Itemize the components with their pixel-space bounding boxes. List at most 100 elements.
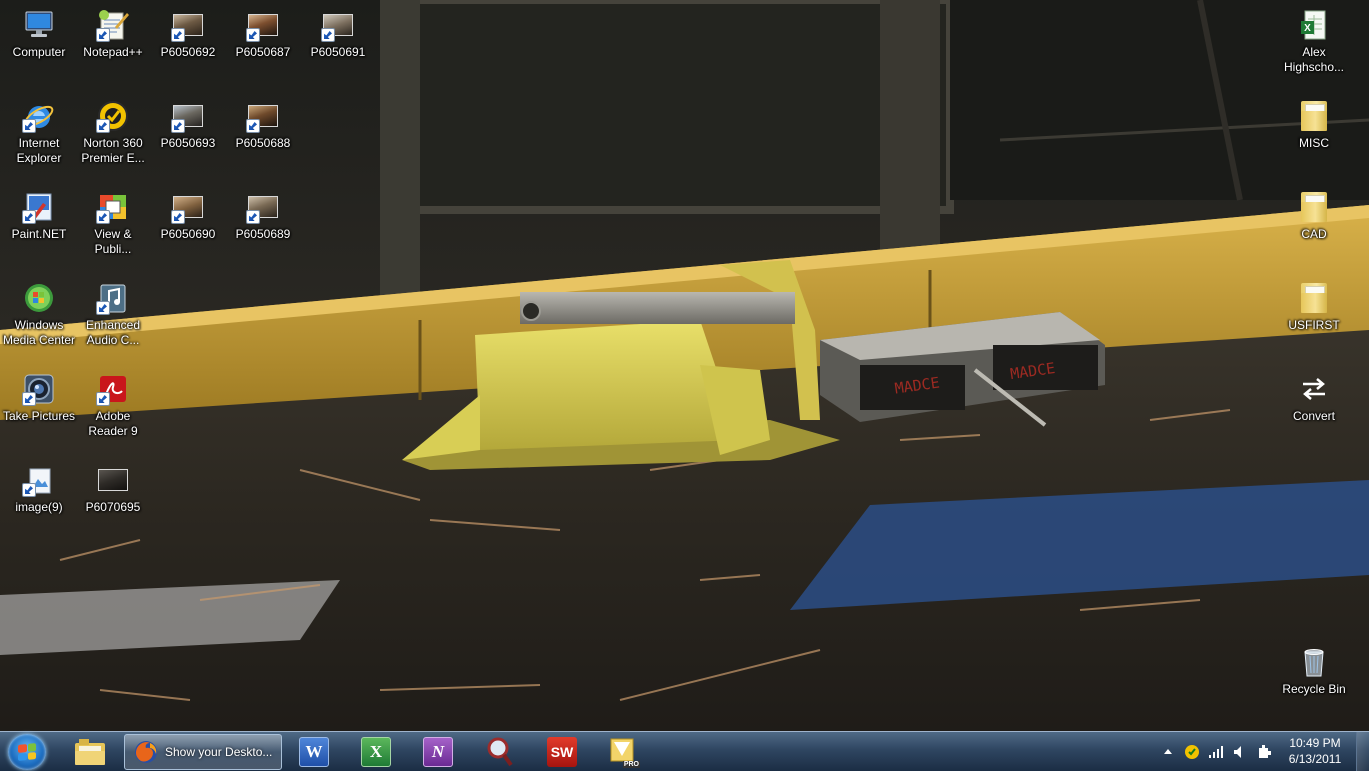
audio-control-icon — [96, 281, 130, 315]
desktop-icon-photo[interactable]: P6070695 — [75, 457, 151, 541]
computer-icon — [22, 8, 56, 42]
desktop-icon-label: Take Pictures — [2, 409, 76, 423]
desktop-icon-label: USFIRST — [1288, 318, 1340, 332]
desktop-icon-label: P6050689 — [235, 227, 291, 241]
photo-thumbnail-icon — [171, 8, 205, 42]
convert-arrows-icon — [1297, 372, 1331, 406]
desktop-icon-computer[interactable]: Computer — [1, 2, 77, 86]
desktop-icon-photo[interactable]: P6050688 — [225, 93, 301, 177]
magnifier-icon — [487, 737, 513, 767]
desktop-icon-photo[interactable]: P6050687 — [225, 2, 301, 86]
photo-thumbnail-icon — [246, 190, 280, 224]
desktop-icon-view-publish[interactable]: View & Publi... — [75, 184, 151, 268]
desktop-icon-label: CAD — [1301, 227, 1327, 241]
shortcut-arrow-icon — [96, 28, 110, 42]
desktop-icon-label: P6070695 — [85, 500, 141, 514]
shortcut-arrow-icon — [96, 119, 110, 133]
word-icon: W — [299, 737, 329, 767]
shortcut-arrow-icon — [171, 119, 185, 133]
folder-icon — [1297, 190, 1331, 224]
desktop-icon-label: P6050688 — [235, 136, 291, 150]
windows-logo-icon — [18, 743, 36, 761]
desktop-icon-label: image(9) — [15, 500, 63, 514]
taskbar-office-pro[interactable]: PRO — [596, 734, 652, 770]
windows-media-center-icon — [22, 281, 56, 315]
shortcut-arrow-icon — [96, 301, 110, 315]
taskbar-excel[interactable]: X — [348, 734, 404, 770]
desktop-icon-notepadpp[interactable]: Notepad++ — [75, 2, 151, 86]
internet-explorer-icon — [22, 99, 56, 133]
folder-libraries-icon — [75, 739, 105, 765]
norton-icon — [96, 99, 130, 133]
pro-badge: PRO — [622, 761, 640, 768]
taskbar-onenote[interactable]: N — [410, 734, 466, 770]
desktop-icon-folder-usfirst[interactable]: USFIRST — [1276, 275, 1352, 359]
desktop-icon-adobe-reader[interactable]: Adobe Reader 9 — [75, 366, 151, 450]
desktop-icon-excel-file[interactable]: X Alex Highscho... — [1276, 2, 1352, 86]
photo-thumbnail-icon — [246, 99, 280, 133]
photo-thumbnail-icon — [171, 190, 205, 224]
desktop-icon-take-pictures[interactable]: Take Pictures — [1, 366, 77, 450]
shortcut-arrow-icon — [246, 210, 260, 224]
taskbar-firefox-window[interactable]: Show your Deskto... — [124, 734, 282, 770]
desktop-icon-label: Windows Media Center — [2, 318, 76, 347]
desktop-icon-photo[interactable]: P6050690 — [150, 184, 226, 268]
camera-icon — [22, 372, 56, 406]
photo-thumbnail-icon — [321, 8, 355, 42]
adobe-reader-icon — [96, 372, 130, 406]
folder-icon — [1297, 99, 1331, 133]
desktop-icon-enhanced-audio[interactable]: Enhanced Audio C... — [75, 275, 151, 359]
taskbar-word[interactable]: W — [286, 734, 342, 770]
show-hidden-icons-button[interactable] — [1160, 744, 1176, 760]
desktop-icon-photo[interactable]: P6050692 — [150, 2, 226, 86]
taskbar: Show your Deskto... W X N SW PRO 10:49 P… — [0, 731, 1369, 771]
desktop-icon-image[interactable]: image(9) — [1, 457, 77, 541]
taskbar-search-app[interactable] — [472, 734, 528, 770]
desktop-icon-paintnet[interactable]: Paint.NET — [1, 184, 77, 268]
volume-icon[interactable] — [1232, 744, 1248, 760]
desktop-icon-media-center[interactable]: Windows Media Center — [1, 275, 77, 359]
norton-tray-icon[interactable] — [1184, 744, 1200, 760]
desktop-icon-convert[interactable]: Convert — [1276, 366, 1352, 450]
desktop-icon-label: View & Publi... — [94, 227, 132, 256]
desktop-icon-photo[interactable]: P6050693 — [150, 93, 226, 177]
photo-thumbnail-icon — [96, 463, 130, 497]
notepadpp-icon — [96, 8, 130, 42]
shortcut-arrow-icon — [22, 210, 36, 224]
desktop-icon-label: Computer — [12, 45, 66, 59]
shortcut-arrow-icon — [171, 28, 185, 42]
shortcut-arrow-icon — [321, 28, 335, 42]
clock-time: 10:49 PM — [1289, 736, 1341, 750]
desktop-icon-internet-explorer[interactable]: Internet Explorer — [1, 93, 77, 177]
network-signal-icon[interactable] — [1208, 744, 1224, 760]
show-desktop-button[interactable] — [1356, 732, 1369, 771]
paintnet-icon — [22, 190, 56, 224]
folder-icon — [1297, 281, 1331, 315]
desktop-icon-label: Recycle Bin — [1282, 682, 1346, 696]
desktop-icon-label: Adobe Reader 9 — [88, 409, 138, 438]
desktop-icon-photo[interactable]: P6050689 — [225, 184, 301, 268]
desktop-icon-folder-misc[interactable]: MISC — [1276, 93, 1352, 177]
taskbar-windows-explorer[interactable] — [62, 734, 118, 770]
recycle-bin-icon — [1297, 645, 1331, 679]
desktop-icon-norton[interactable]: Norton 360 Premier E... — [75, 93, 151, 177]
shortcut-arrow-icon — [96, 210, 110, 224]
start-button[interactable] — [8, 734, 46, 770]
desktop-icon-label: Paint.NET — [11, 227, 67, 241]
solidworks-icon: SW — [547, 737, 577, 767]
desktop-icon-label: P6050692 — [160, 45, 216, 59]
desktop-icon-label: Internet Explorer — [16, 136, 62, 165]
desktop-icon-recycle-bin[interactable]: Recycle Bin — [1276, 639, 1352, 723]
clock[interactable]: 10:49 PM 6/13/2011 — [1280, 735, 1350, 767]
office-pro-icon: PRO — [608, 736, 640, 768]
clock-date: 6/13/2011 — [1288, 752, 1342, 766]
desktop-icon-photo[interactable]: P6050691 — [300, 2, 376, 86]
photo-thumbnail-icon — [171, 99, 205, 133]
desktop-icon-label: MISC — [1299, 136, 1329, 150]
shortcut-arrow-icon — [22, 119, 36, 133]
power-icon[interactable] — [1256, 744, 1272, 760]
excel-icon: X — [361, 737, 391, 767]
desktop-icon-label: Norton 360 Premier E... — [81, 136, 145, 165]
desktop-icon-folder-cad[interactable]: CAD — [1276, 184, 1352, 268]
taskbar-solidworks[interactable]: SW — [534, 734, 590, 770]
